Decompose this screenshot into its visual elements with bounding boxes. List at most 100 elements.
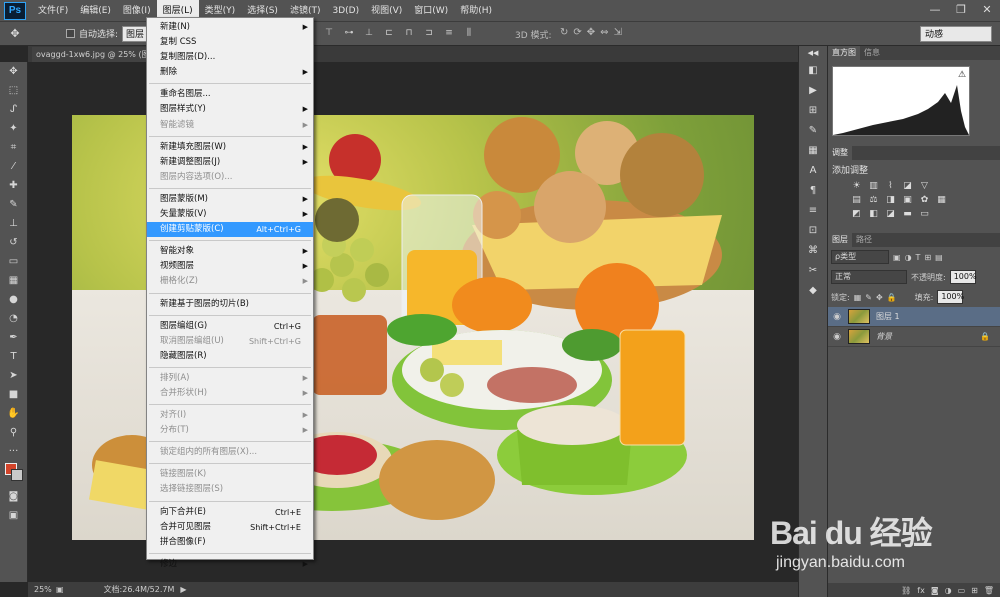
filter-type-icon[interactable]: T [916, 253, 921, 262]
hue-sat-icon[interactable]: ▤ [850, 195, 863, 205]
swatch-panel-icon[interactable]: ▦ [799, 140, 827, 160]
posterize-icon[interactable]: ◧ [867, 209, 880, 219]
restore-icon[interactable]: ❐ [948, 0, 974, 18]
layer-menu-item[interactable]: 修边 ▶ [147, 557, 313, 572]
type-tool-icon[interactable]: T [0, 347, 27, 366]
3d-panel-icon[interactable]: ◆ [799, 280, 827, 300]
invert-icon[interactable]: ◩ [850, 209, 863, 219]
quick-mask-icon[interactable]: ◙ [0, 487, 27, 506]
healing-brush-icon[interactable]: ✚ [0, 176, 27, 195]
lock-transparent-icon[interactable]: ▦ [854, 293, 862, 302]
3d-scale-icon[interactable]: ⇲ [614, 27, 622, 38]
layer-menu-item[interactable]: 重命名图层... [147, 87, 313, 102]
opacity-input[interactable]: 100% [949, 270, 977, 284]
layer-menu-item[interactable]: 图层样式(Y) ▶ [147, 102, 313, 117]
auto-select-checkbox[interactable] [66, 29, 75, 38]
align-hcenter-icon[interactable]: ⊓ [402, 26, 416, 40]
gradient-tool-icon[interactable]: ▦ [0, 271, 27, 290]
brush-panel-icon[interactable]: ✎ [799, 120, 827, 140]
close-icon[interactable]: ✕ [974, 0, 1000, 18]
layer-menu-item[interactable]: 隐藏图层(R) [147, 349, 313, 364]
menu-item[interactable]: 编辑(E) [74, 0, 117, 22]
workspace-dropdown[interactable]: 动感 [920, 26, 992, 42]
3d-rotate-icon[interactable]: ↻ [560, 27, 568, 38]
tool-preset-icon[interactable]: ⊞ [799, 100, 827, 120]
align-top-icon[interactable]: ⊤ [322, 26, 336, 40]
collapse-panels-icon[interactable]: ◀◀ [799, 46, 827, 60]
move-tool-icon[interactable]: ✥ [0, 62, 27, 81]
align-right-icon[interactable]: ⊐ [422, 26, 436, 40]
layer-menu-item[interactable]: 合并可见图层 Shift+Ctrl+E [147, 520, 313, 535]
color-swatches[interactable] [0, 461, 27, 487]
distribute-h-icon[interactable]: ⫼ [462, 26, 476, 40]
shape-tool-icon[interactable]: ■ [0, 385, 27, 404]
filter-adjust-icon[interactable]: ◑ [905, 253, 912, 262]
layer-menu-item[interactable]: 新建基于图层的切片(B) [147, 297, 313, 312]
marquee-tool-icon[interactable]: ⬚ [0, 81, 27, 100]
dodge-tool-icon[interactable]: ◔ [0, 309, 27, 328]
eye-icon[interactable]: ◉ [828, 332, 846, 342]
align-vcenter-icon[interactable]: ⊶ [342, 26, 356, 40]
magic-wand-icon[interactable]: ✦ [0, 119, 27, 138]
layer-menu-item[interactable]: 图层编组(G) Ctrl+G [147, 319, 313, 334]
background-color[interactable] [11, 469, 23, 481]
lock-pixels-icon[interactable]: ✎ [865, 293, 872, 302]
color-lookup-icon[interactable]: ▦ [935, 195, 948, 205]
align-left-icon[interactable]: ⊏ [382, 26, 396, 40]
eye-icon[interactable]: ◉ [828, 312, 846, 322]
layer-menu-item[interactable]: 新建调整图层(J) ▶ [147, 155, 313, 170]
crop-tool-icon[interactable]: ⌗ [0, 138, 27, 157]
color-panel-icon[interactable]: ◧ [799, 60, 827, 80]
layer-row[interactable]: ◉ 图层 1 [828, 307, 1000, 327]
menu-item[interactable]: 文件(F) [32, 0, 74, 22]
tab-histogram[interactable]: 直方图 [828, 46, 860, 60]
zoom-tool-icon[interactable]: ⚲ [0, 423, 27, 442]
black-white-icon[interactable]: ◨ [884, 195, 897, 205]
tab-layers[interactable]: 图层 [828, 233, 852, 247]
navigator-panel-icon[interactable]: ⊡ [799, 220, 827, 240]
layer-menu-item[interactable]: 矢量蒙版(V) ▶ [147, 207, 313, 222]
menu-item[interactable]: 窗口(W) [408, 0, 454, 22]
layer-menu-item[interactable]: 创建剪贴蒙版(C) Alt+Ctrl+G [147, 222, 313, 238]
more-tools-icon[interactable]: ··· [0, 442, 27, 461]
exposure-icon[interactable]: ◪ [901, 181, 914, 191]
3d-roll-icon[interactable]: ⟳ [573, 27, 581, 38]
layer-menu-item[interactable]: 删除 ▶ [147, 65, 313, 80]
history-panel-icon[interactable]: ≡ [799, 200, 827, 220]
history-brush-icon[interactable]: ↺ [0, 233, 27, 252]
menu-item[interactable]: 帮助(H) [454, 0, 498, 22]
screen-mode-icon[interactable]: ▣ [0, 506, 27, 525]
gradient-map-icon[interactable]: ▬ [901, 209, 914, 219]
layer-menu-item[interactable]: 新建填充图层(W) ▶ [147, 140, 313, 155]
menu-item[interactable]: 3D(D) [326, 0, 365, 22]
filter-shape-icon[interactable]: ⊞ [924, 253, 931, 262]
layer-kind-filter[interactable]: ρ类型 [831, 250, 889, 264]
threshold-icon[interactable]: ◪ [884, 209, 897, 219]
layer-menu-item[interactable]: 拼合图像(F) [147, 535, 313, 550]
distribute-icon[interactable]: ≡ [442, 26, 456, 40]
color-balance-icon[interactable]: ⚖ [867, 195, 880, 205]
selective-color-icon[interactable]: ▭ [918, 209, 931, 219]
layer-menu-item[interactable]: 智能对象 ▶ [147, 244, 313, 259]
eraser-icon[interactable]: ▭ [0, 252, 27, 271]
tab-paths[interactable]: 路径 [852, 233, 876, 247]
layer-menu-item[interactable]: 向下合并(E) Ctrl+E [147, 505, 313, 520]
brightness-icon[interactable]: ☀ [850, 181, 863, 191]
zoom-level[interactable]: 25% [28, 585, 56, 594]
brush-tool-icon[interactable]: ✎ [0, 195, 27, 214]
fill-input[interactable]: 100% [937, 290, 964, 304]
align-bottom-icon[interactable]: ⊥ [362, 26, 376, 40]
document-tab[interactable]: ovaggd-1xw6.jpg @ 25% (图 [32, 47, 146, 62]
filter-smart-icon[interactable]: ▤ [935, 253, 943, 262]
blend-mode-select[interactable]: 正常 [831, 270, 907, 284]
layer-menu-item[interactable]: 视频图层 ▶ [147, 259, 313, 274]
hand-tool-icon[interactable]: ✋ [0, 404, 27, 423]
type-panel-icon[interactable]: A [799, 160, 827, 180]
move-tool-icon[interactable]: ✥ [0, 27, 30, 40]
minimize-icon[interactable]: — [922, 0, 948, 18]
lasso-tool-icon[interactable]: ᔑ [0, 100, 27, 119]
curves-icon[interactable]: ⌇ [884, 181, 897, 191]
pen-tool-icon[interactable]: ✒ [0, 328, 27, 347]
character-styles-icon[interactable]: ⌘ [799, 240, 827, 260]
play-actions-icon[interactable]: ▶ [799, 80, 827, 100]
